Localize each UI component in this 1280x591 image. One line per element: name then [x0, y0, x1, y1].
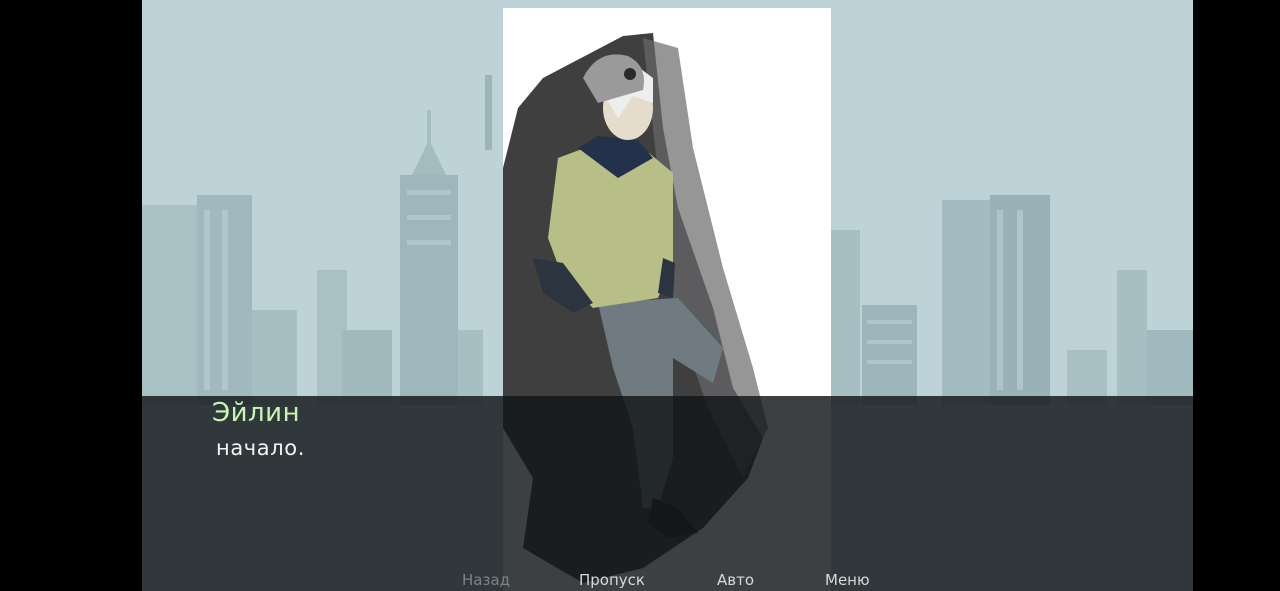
quick-menu-skip-button[interactable]: Пропуск: [579, 571, 645, 589]
quick-menu-menu-button[interactable]: Меню: [825, 571, 870, 589]
game-screen: Эйлин начало. Назад Пропуск Авто Меню: [0, 0, 1280, 591]
quick-menu-auto-button[interactable]: Авто: [717, 571, 754, 589]
quick-menu-back-button[interactable]: Назад: [462, 571, 510, 589]
dialogue-text: начало.: [216, 436, 306, 460]
speaker-name: Эйлин: [212, 398, 301, 428]
